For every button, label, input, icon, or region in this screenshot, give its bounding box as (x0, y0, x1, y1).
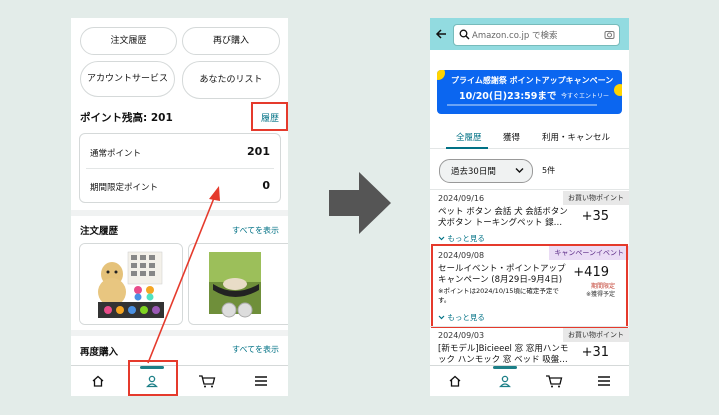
result-count: 5件 (542, 166, 556, 175)
search-header: Amazon.co.jp で検索 (430, 18, 629, 50)
banner-date: 10/20(日)23:59まで (459, 91, 557, 102)
transaction-title: [新モデル]Bicieeel 窓 窓用ハンモック ハンモック 窓 ベッド 吸盤… (438, 344, 569, 365)
annotation-arrow-line (147, 197, 215, 364)
annotation-arrow-head (209, 186, 220, 201)
banner-fine-print (447, 104, 597, 106)
show-more-link[interactable]: もっと見る (438, 233, 485, 244)
chevron-down-icon (438, 236, 445, 241)
tab-all-history[interactable]: 全履歴 (456, 131, 482, 143)
nav-cart[interactable] (530, 366, 580, 396)
person-icon (498, 375, 511, 388)
chevron-down-icon (515, 168, 524, 173)
period-filter-select[interactable]: 過去30日間 (439, 159, 533, 183)
transaction-badge: お買い物ポイント (563, 328, 629, 342)
banner-decoration (437, 70, 445, 80)
period-filter-value: 過去30日間 (451, 167, 496, 177)
cart-icon (546, 375, 563, 388)
campaign-banner[interactable]: プライム感謝祭 ポイントアップキャンペーン 10/20(日)23:59まで 今す… (437, 70, 622, 114)
search-input[interactable]: Amazon.co.jp で検索 (453, 24, 620, 46)
nav-active-indicator (492, 366, 517, 369)
nav-menu[interactable] (579, 366, 629, 396)
camera-icon[interactable] (604, 29, 615, 40)
show-more-label: もっと見る (447, 234, 485, 243)
tab-earned[interactable]: 獲得 (503, 131, 520, 143)
banner-cta[interactable]: 今すぐエントリー (561, 91, 609, 100)
campaign-highlight-box (431, 244, 628, 328)
home-icon (449, 375, 461, 387)
transaction-badge: お買い物ポイント (563, 191, 629, 205)
right-phone-screen: Amazon.co.jp で検索 プライム感謝祭 ポイントアップキャンペーン 1… (430, 18, 629, 396)
transaction-item[interactable]: お買い物ポイント 2024/09/16 ペット ボタン 会話 犬 会話ボタン 犬… (430, 190, 629, 244)
hamburger-menu-icon (598, 376, 611, 386)
transaction-title: ペット ボタン 会話 犬 会話ボタン 犬ボタン トーキングペット 録… (438, 207, 568, 228)
banner-title: プライム感謝祭 ポイントアップキャンペーン (451, 76, 614, 85)
transaction-amount: +35 (581, 209, 609, 224)
search-icon (459, 29, 470, 40)
search-placeholder: Amazon.co.jp で検索 (472, 31, 558, 41)
nav-account[interactable] (480, 366, 530, 396)
transition-arrow-icon (329, 172, 391, 234)
tab-used-cancelled[interactable]: 利用・キャンセル (542, 131, 610, 143)
banner-decoration (614, 84, 622, 96)
bottom-navigation (430, 365, 629, 396)
nav-home[interactable] (430, 366, 480, 396)
back-arrow-icon[interactable] (435, 28, 447, 40)
transaction-amount: +31 (581, 345, 609, 360)
tab-active-indicator (446, 147, 488, 149)
transaction-date: 2024/09/16 (438, 194, 485, 203)
transaction-date: 2024/09/03 (438, 331, 485, 340)
history-tabs: 全履歴 獲得 利用・キャンセル (430, 126, 629, 149)
